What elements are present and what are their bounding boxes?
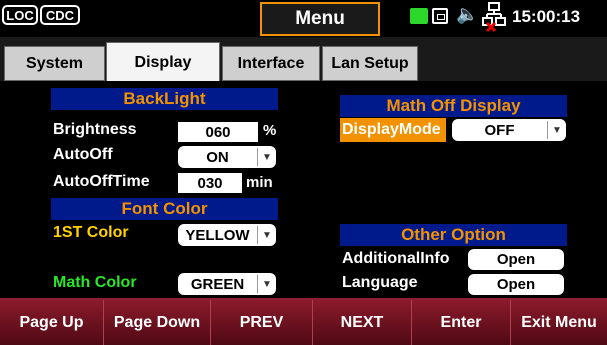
math-color-value: GREEN bbox=[190, 275, 245, 293]
displaymode-dropdown[interactable]: OFF ▼ bbox=[452, 119, 566, 141]
additionalinfo-open-button[interactable]: Open bbox=[468, 249, 564, 270]
language-open-button[interactable]: Open bbox=[468, 274, 564, 295]
chevron-down-icon: ▼ bbox=[257, 148, 276, 166]
math-color-dropdown[interactable]: GREEN ▼ bbox=[178, 273, 276, 295]
tab-lan-setup[interactable]: Lan Setup bbox=[322, 46, 418, 81]
loc-badge: LOC bbox=[2, 5, 38, 25]
chevron-down-icon: ▼ bbox=[257, 275, 276, 293]
enter-button[interactable]: Enter bbox=[412, 300, 511, 345]
page-up-button[interactable]: Page Up bbox=[0, 300, 104, 345]
battery-icon bbox=[410, 8, 428, 24]
speaker-icon: 🔈 bbox=[456, 4, 479, 25]
lan-icon bbox=[432, 8, 448, 24]
additionalinfo-label: AdditionalInfo bbox=[342, 250, 450, 267]
backlight-header: BackLight bbox=[51, 88, 278, 110]
language-label: Language bbox=[342, 274, 418, 291]
autooff-label: AutoOff bbox=[53, 146, 113, 163]
chevron-down-icon: ▼ bbox=[257, 226, 276, 244]
other-option-header: Other Option bbox=[340, 224, 567, 246]
displaymode-label: DisplayMode bbox=[340, 118, 446, 142]
tab-interface[interactable]: Interface bbox=[222, 46, 320, 81]
first-color-dropdown[interactable]: YELLOW ▼ bbox=[178, 224, 276, 246]
chevron-down-icon: ▼ bbox=[547, 121, 566, 139]
autooff-dropdown[interactable]: ON ▼ bbox=[178, 146, 276, 168]
brightness-input[interactable]: 060 bbox=[178, 122, 258, 142]
first-color-value: YELLOW bbox=[185, 226, 250, 244]
autoofftime-label: AutoOffTime bbox=[53, 173, 150, 190]
tab-display[interactable]: Display bbox=[106, 42, 220, 82]
page-down-button[interactable]: Page Down bbox=[104, 300, 211, 345]
math-off-header: Math Off Display bbox=[340, 95, 567, 117]
network-disconnected-icon bbox=[482, 2, 506, 32]
font-color-header: Font Color bbox=[51, 198, 278, 220]
mode-title: Menu bbox=[260, 2, 380, 36]
brightness-label: Brightness bbox=[53, 121, 137, 138]
cdc-badge: CDC bbox=[40, 5, 80, 25]
next-button[interactable]: NEXT bbox=[313, 300, 412, 345]
autoofftime-input[interactable]: 030 bbox=[178, 173, 242, 193]
displaymode-value: OFF bbox=[484, 121, 515, 139]
autooff-value: ON bbox=[206, 148, 229, 166]
tab-system[interactable]: System bbox=[4, 46, 105, 81]
math-color-label: Math Color bbox=[53, 274, 137, 291]
clock: 15:00:13 bbox=[512, 7, 581, 26]
brightness-unit: % bbox=[263, 122, 277, 139]
autoofftime-unit: min bbox=[246, 174, 273, 191]
first-color-label: 1ST Color bbox=[53, 224, 129, 241]
prev-button[interactable]: PREV bbox=[211, 300, 313, 345]
exit-menu-button[interactable]: Exit Menu bbox=[511, 300, 607, 345]
